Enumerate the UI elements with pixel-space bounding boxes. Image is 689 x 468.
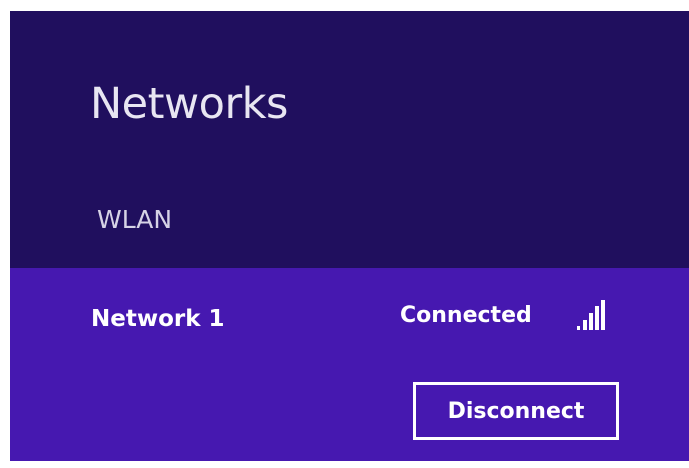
network-list-item[interactable]: Network 1 Connected Disconnect	[10, 268, 689, 461]
flyout-title: Networks	[90, 79, 288, 129]
network-status: Connected	[400, 303, 532, 328]
disconnect-button[interactable]: Disconnect	[413, 382, 619, 440]
signal-bar-4	[595, 306, 599, 330]
signal-bar-2	[583, 320, 587, 330]
network-name: Network 1	[91, 306, 225, 332]
signal-bar-1	[577, 326, 580, 330]
signal-bar-5	[601, 300, 605, 330]
signal-bar-3	[589, 313, 593, 330]
signal-strength-icon	[577, 300, 605, 330]
wlan-section-label: WLAN	[97, 205, 173, 234]
networks-flyout: Networks WLAN Network 1 Connected Discon…	[10, 11, 689, 461]
